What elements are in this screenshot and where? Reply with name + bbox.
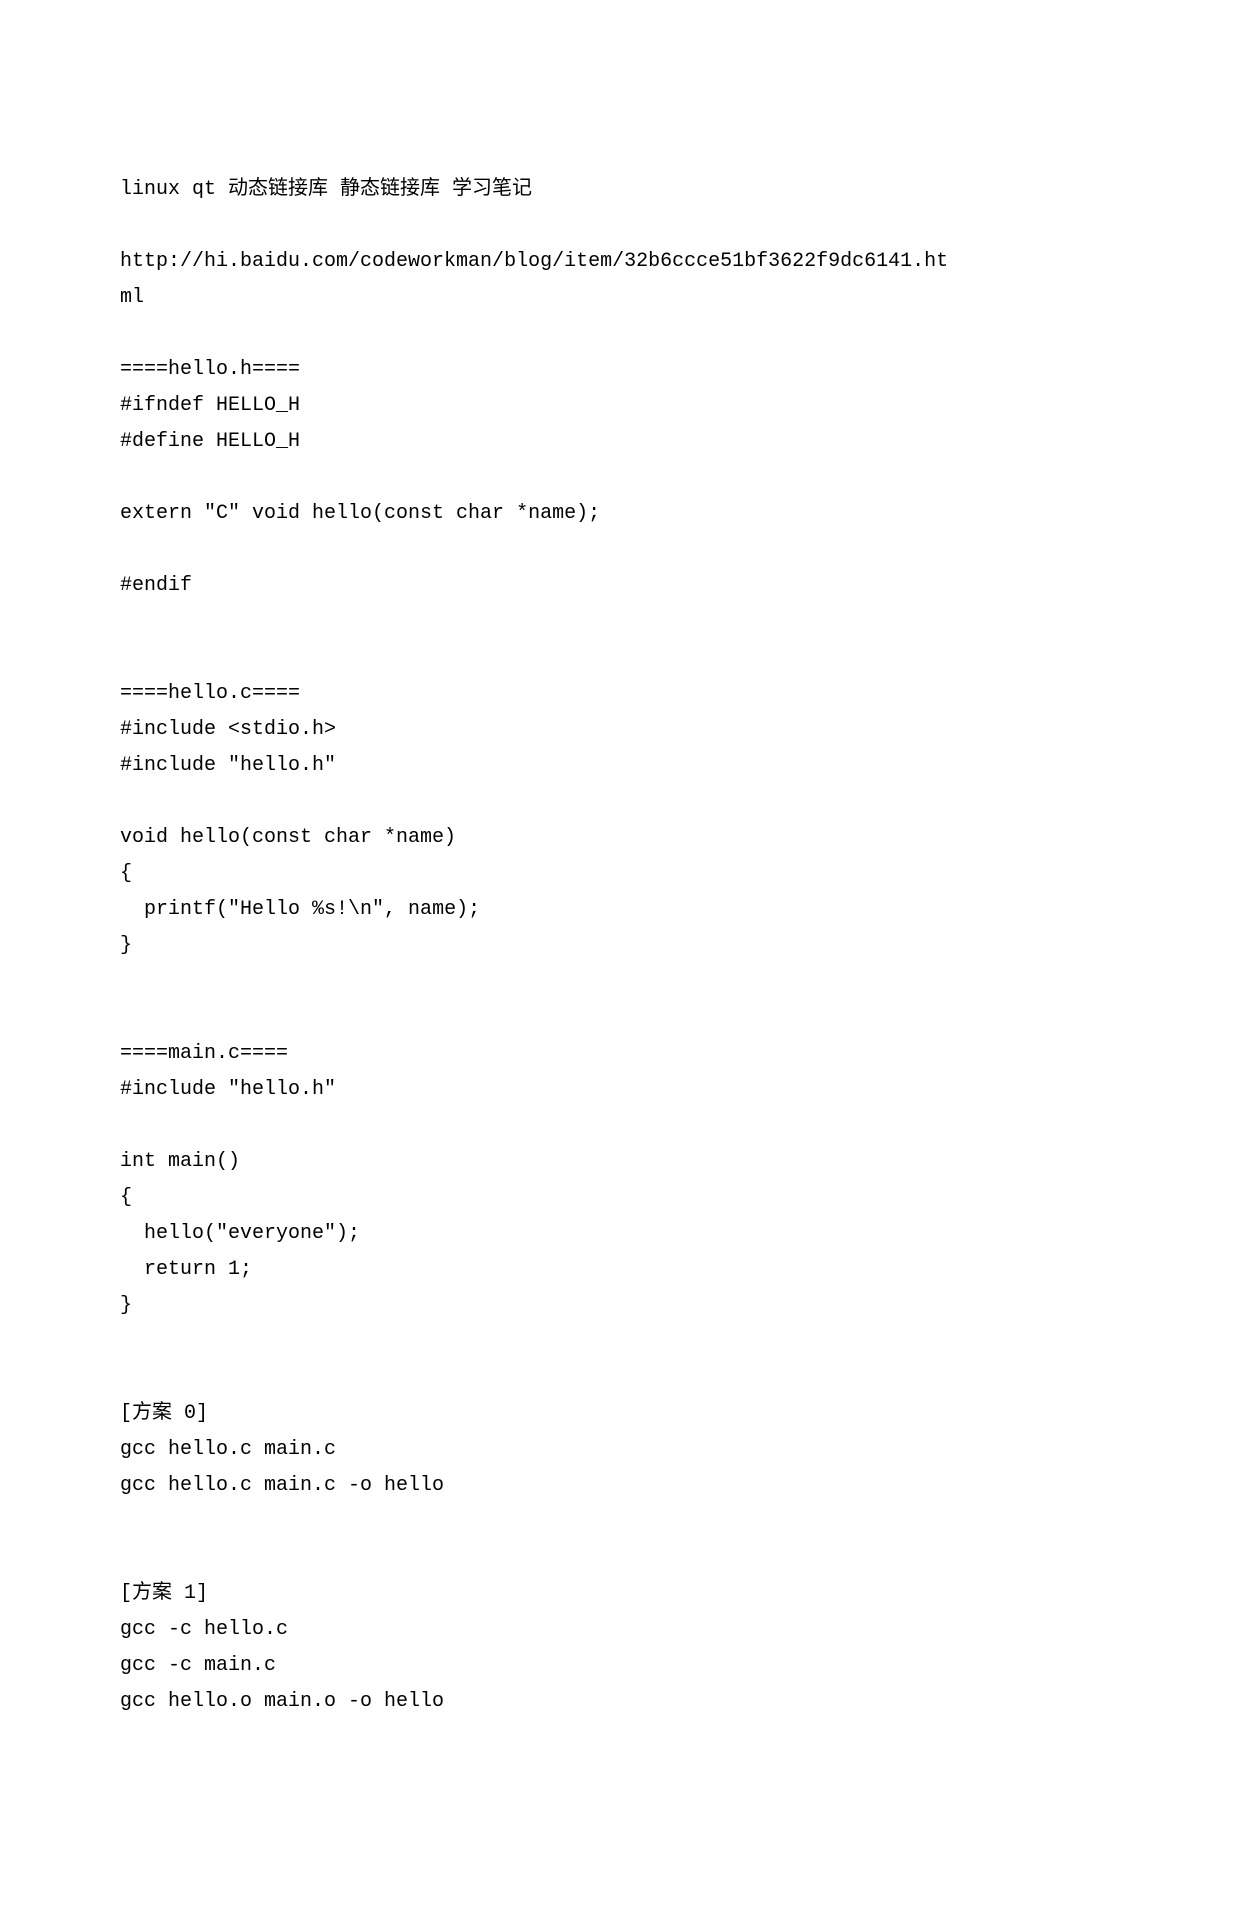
- document-line: #include <stdio.h>: [120, 712, 1120, 748]
- document-line: linux qt 动态链接库 静态链接库 学习笔记: [120, 172, 1120, 208]
- document-line: gcc hello.c main.c: [120, 1432, 1120, 1468]
- document-line: [120, 1000, 1120, 1036]
- document-line: ====hello.h====: [120, 352, 1120, 388]
- document-line: [方案 0]: [120, 1396, 1120, 1432]
- document-content: linux qt 动态链接库 静态链接库 学习笔记 http://hi.baid…: [120, 172, 1120, 1720]
- document-line: gcc -c hello.c: [120, 1612, 1120, 1648]
- document-line: #ifndef HELLO_H: [120, 388, 1120, 424]
- document-line: [120, 208, 1120, 244]
- document-line: #endif: [120, 568, 1120, 604]
- document-line: {: [120, 856, 1120, 892]
- document-line: ml: [120, 280, 1120, 316]
- document-line: http://hi.baidu.com/codeworkman/blog/ite…: [120, 244, 1120, 280]
- document-line: hello("everyone");: [120, 1216, 1120, 1252]
- document-line: [120, 640, 1120, 676]
- document-line: }: [120, 1288, 1120, 1324]
- document-line: [120, 784, 1120, 820]
- document-line: [120, 1108, 1120, 1144]
- document-line: [方案 1]: [120, 1576, 1120, 1612]
- document-line: return 1;: [120, 1252, 1120, 1288]
- document-line: [120, 316, 1120, 352]
- document-line: [120, 604, 1120, 640]
- document-line: #include "hello.h": [120, 748, 1120, 784]
- document-line: [120, 1360, 1120, 1396]
- document-line: #include "hello.h": [120, 1072, 1120, 1108]
- document-line: [120, 964, 1120, 1000]
- document-line: #define HELLO_H: [120, 424, 1120, 460]
- document-line: printf("Hello %s!\n", name);: [120, 892, 1120, 928]
- document-line: [120, 532, 1120, 568]
- document-line: }: [120, 928, 1120, 964]
- document-line: gcc -c main.c: [120, 1648, 1120, 1684]
- document-line: [120, 1504, 1120, 1540]
- document-line: void hello(const char *name): [120, 820, 1120, 856]
- document-line: ====hello.c====: [120, 676, 1120, 712]
- document-line: gcc hello.c main.c -o hello: [120, 1468, 1120, 1504]
- document-line: int main(): [120, 1144, 1120, 1180]
- document-line: {: [120, 1180, 1120, 1216]
- document-line: extern "C" void hello(const char *name);: [120, 496, 1120, 532]
- document-line: ====main.c====: [120, 1036, 1120, 1072]
- document-line: gcc hello.o main.o -o hello: [120, 1684, 1120, 1720]
- document-line: [120, 460, 1120, 496]
- document-line: [120, 1324, 1120, 1360]
- document-line: [120, 1540, 1120, 1576]
